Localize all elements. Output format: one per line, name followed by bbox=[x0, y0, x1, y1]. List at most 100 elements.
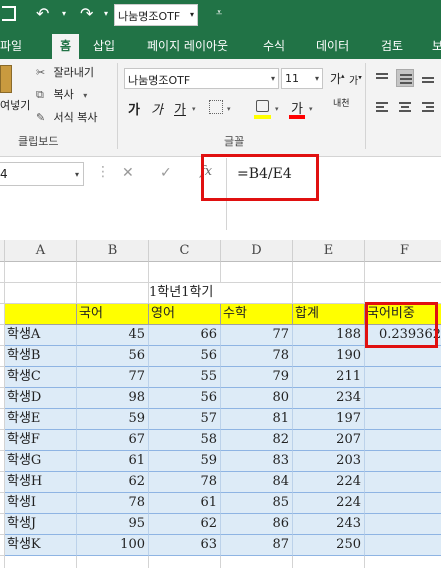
english-score-cell[interactable]: 57 bbox=[149, 409, 221, 430]
header-cell[interactable]: 영어 bbox=[149, 304, 221, 325]
undo-icon[interactable]: ↶ bbox=[36, 4, 49, 23]
student-name-cell[interactable]: 학생H bbox=[5, 472, 77, 493]
tab-2[interactable]: 삽입 bbox=[93, 37, 115, 54]
student-name-cell[interactable]: 학생D bbox=[5, 388, 77, 409]
cut-button[interactable]: ✂ 잘라내기 bbox=[36, 64, 94, 80]
total-score-cell[interactable]: 207 bbox=[293, 430, 365, 451]
column-header-E[interactable]: E bbox=[293, 240, 365, 262]
korean-score-cell[interactable]: 59 bbox=[77, 409, 149, 430]
bold-button[interactable]: 가 bbox=[128, 99, 140, 118]
math-score-cell[interactable]: 82 bbox=[221, 430, 293, 451]
korean-ratio-cell[interactable] bbox=[365, 451, 441, 472]
korean-score-cell[interactable]: 62 bbox=[77, 472, 149, 493]
english-score-cell[interactable]: 58 bbox=[149, 430, 221, 451]
align-left-icon[interactable] bbox=[373, 99, 391, 117]
total-score-cell[interactable]: 190 bbox=[293, 346, 365, 367]
english-score-cell[interactable]: 63 bbox=[149, 535, 221, 556]
math-score-cell[interactable]: 79 bbox=[221, 367, 293, 388]
align-center-icon[interactable] bbox=[396, 99, 414, 117]
total-score-cell[interactable]: 250 bbox=[293, 535, 365, 556]
korean-ratio-cell[interactable] bbox=[365, 346, 441, 367]
korean-ratio-cell[interactable] bbox=[365, 493, 441, 514]
math-score-cell[interactable]: 77 bbox=[221, 325, 293, 346]
cell[interactable] bbox=[365, 262, 441, 283]
cell[interactable] bbox=[149, 262, 221, 283]
student-name-cell[interactable]: 학생F bbox=[5, 430, 77, 451]
name-box[interactable]: 4 ▾ bbox=[0, 162, 84, 186]
student-name-cell[interactable]: 학생I bbox=[5, 493, 77, 514]
cell[interactable] bbox=[293, 262, 365, 283]
font-size-select[interactable]: 11 ▾ bbox=[281, 68, 323, 89]
cell[interactable] bbox=[365, 556, 441, 568]
korean-ratio-cell[interactable] bbox=[365, 514, 441, 535]
student-name-cell[interactable]: 학생B bbox=[5, 346, 77, 367]
paste-icon[interactable] bbox=[0, 65, 12, 93]
korean-score-cell[interactable]: 77 bbox=[77, 367, 149, 388]
english-score-cell[interactable]: 59 bbox=[149, 451, 221, 472]
tab-3[interactable]: 페이지 레이아웃 bbox=[147, 37, 228, 54]
border-icon[interactable] bbox=[209, 100, 223, 114]
english-score-cell[interactable]: 56 bbox=[149, 346, 221, 367]
total-score-cell[interactable]: 203 bbox=[293, 451, 365, 472]
redo-dropdown-icon[interactable]: ▾ bbox=[104, 9, 108, 18]
cell[interactable] bbox=[221, 556, 293, 568]
cell[interactable] bbox=[77, 283, 149, 304]
english-score-cell[interactable]: 56 bbox=[149, 388, 221, 409]
font-name-select[interactable]: 나눔명조OTF ▾ bbox=[124, 68, 279, 89]
header-cell[interactable]: 합계 bbox=[293, 304, 365, 325]
column-header-B[interactable]: B bbox=[77, 240, 149, 262]
korean-score-cell[interactable]: 45 bbox=[77, 325, 149, 346]
total-score-cell[interactable]: 188 bbox=[293, 325, 365, 346]
english-score-cell[interactable]: 62 bbox=[149, 514, 221, 535]
underline-button[interactable]: 가 bbox=[174, 99, 186, 118]
italic-button[interactable]: 가 bbox=[151, 99, 163, 118]
total-score-cell[interactable]: 234 bbox=[293, 388, 365, 409]
header-cell[interactable]: 수학 bbox=[221, 304, 293, 325]
paste-button-label[interactable]: 여넣기 bbox=[0, 97, 30, 113]
math-score-cell[interactable]: 80 bbox=[221, 388, 293, 409]
cell[interactable] bbox=[293, 283, 365, 304]
korean-score-cell[interactable]: 61 bbox=[77, 451, 149, 472]
cell[interactable] bbox=[365, 283, 441, 304]
korean-score-cell[interactable]: 100 bbox=[77, 535, 149, 556]
chevron-down-icon[interactable]: ▾ bbox=[227, 105, 231, 113]
korean-ratio-cell[interactable] bbox=[365, 409, 441, 430]
korean-ratio-cell[interactable] bbox=[365, 535, 441, 556]
tab-0[interactable]: 파일 bbox=[0, 37, 22, 54]
cancel-icon[interactable]: ✕ bbox=[122, 165, 134, 181]
shrink-font-button[interactable]: 가▾ bbox=[349, 72, 362, 87]
korean-ratio-cell[interactable] bbox=[365, 367, 441, 388]
column-header-F[interactable]: F bbox=[365, 240, 441, 262]
english-score-cell[interactable]: 78 bbox=[149, 472, 221, 493]
align-bottom-icon[interactable] bbox=[419, 69, 437, 87]
english-score-cell[interactable]: 66 bbox=[149, 325, 221, 346]
enter-icon[interactable]: ✓ bbox=[160, 165, 172, 181]
total-score-cell[interactable]: 211 bbox=[293, 367, 365, 388]
cell[interactable] bbox=[5, 304, 77, 325]
column-header-A[interactable]: A bbox=[5, 240, 77, 262]
qat-font-select[interactable]: 나눔명조OTF ▾ bbox=[114, 4, 198, 26]
cell[interactable] bbox=[77, 556, 149, 568]
student-name-cell[interactable]: 학생K bbox=[5, 535, 77, 556]
math-score-cell[interactable]: 87 bbox=[221, 535, 293, 556]
customize-qat-icon[interactable]: ⩡ bbox=[216, 6, 222, 20]
korean-ratio-cell[interactable] bbox=[365, 430, 441, 451]
grow-font-button[interactable]: 가▴ bbox=[330, 70, 345, 87]
korean-ratio-cell[interactable] bbox=[365, 388, 441, 409]
header-cell[interactable]: 국어 bbox=[77, 304, 149, 325]
english-score-cell[interactable]: 55 bbox=[149, 367, 221, 388]
sheet-title-cell[interactable]: 1학년1학기 bbox=[149, 283, 221, 304]
chevron-down-icon[interactable]: ▾ bbox=[192, 105, 196, 113]
cell[interactable] bbox=[5, 262, 77, 283]
cell[interactable] bbox=[5, 556, 77, 568]
student-name-cell[interactable]: 학생A bbox=[5, 325, 77, 346]
korean-score-cell[interactable]: 95 bbox=[77, 514, 149, 535]
undo-dropdown-icon[interactable]: ▾ bbox=[62, 9, 66, 18]
math-score-cell[interactable]: 78 bbox=[221, 346, 293, 367]
align-middle-icon[interactable] bbox=[396, 69, 414, 87]
total-score-cell[interactable]: 224 bbox=[293, 493, 365, 514]
math-score-cell[interactable]: 84 bbox=[221, 472, 293, 493]
english-score-cell[interactable]: 61 bbox=[149, 493, 221, 514]
column-header-C[interactable]: C bbox=[149, 240, 221, 262]
cell[interactable] bbox=[77, 262, 149, 283]
